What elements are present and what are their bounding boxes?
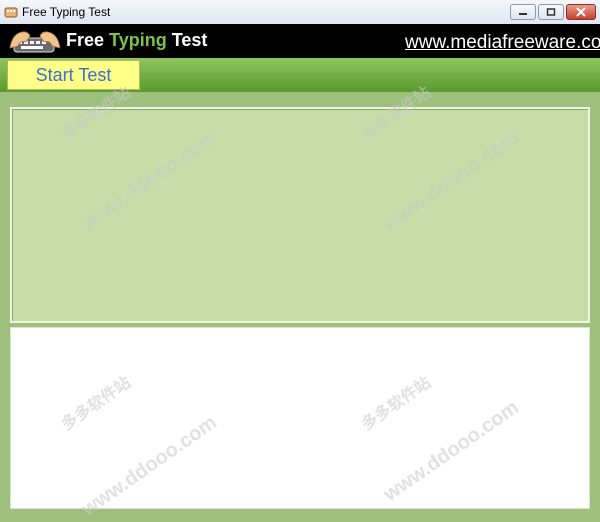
app-icon — [4, 7, 18, 18]
maximize-button[interactable] — [538, 4, 564, 20]
toolbar: Start Test — [0, 58, 600, 92]
maximize-icon — [546, 8, 556, 16]
close-icon — [576, 7, 586, 17]
typing-input[interactable] — [10, 327, 590, 509]
test-text-panel — [10, 107, 590, 323]
brand-word-typing: Typing — [109, 30, 167, 50]
window-title: Free Typing Test — [22, 5, 111, 19]
start-test-button[interactable]: Start Test — [7, 60, 140, 90]
brand-word-free: Free — [66, 30, 110, 50]
window-titlebar[interactable]: Free Typing Test — [0, 0, 600, 25]
app-banner: Free Typing Test www.mediafreeware.com — [0, 24, 600, 58]
website-link[interactable]: www.mediafreeware.com — [405, 32, 600, 54]
minimize-icon — [519, 13, 527, 15]
minimize-button[interactable] — [510, 4, 536, 20]
close-button[interactable] — [566, 4, 596, 20]
typing-hands-logo-icon — [9, 31, 61, 53]
brand-title: Free Typing Test — [66, 30, 207, 51]
brand-word-test: Test — [166, 30, 208, 50]
